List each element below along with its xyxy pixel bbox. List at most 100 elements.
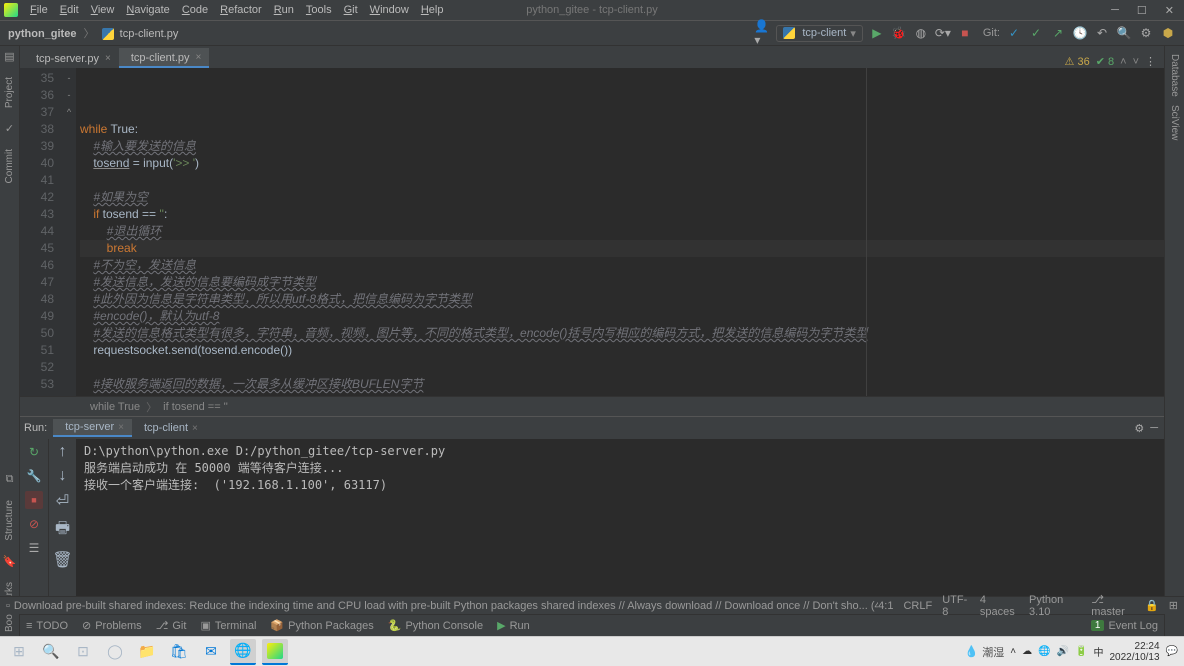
code-line[interactable]: #发送信息，发送的信息要编码成字节类型 — [80, 274, 1164, 291]
menu-window[interactable]: Window — [364, 4, 415, 16]
clock[interactable]: 22:24 2022/10/13 — [1109, 641, 1159, 663]
run-settings-icon[interactable]: ⚙ — [1134, 422, 1144, 435]
weather-widget[interactable]: 💧 潮湿 — [965, 644, 1005, 660]
run-tab[interactable]: tcp-client× — [132, 419, 206, 437]
todo-tool-button[interactable]: ≡ TODO — [26, 620, 68, 632]
database-tool-button[interactable]: Database — [1169, 50, 1180, 101]
search-button[interactable]: 🔍 — [38, 639, 64, 665]
project-tool-button[interactable]: Project — [4, 73, 15, 112]
code-line[interactable]: requestsocket.send(tosend.encode()) — [80, 342, 1164, 359]
ide-star-icon[interactable]: ⬢ — [1160, 25, 1176, 41]
git-branch[interactable]: ⎇ master — [1091, 593, 1135, 618]
project-tool-icon[interactable]: ▤ — [4, 50, 14, 63]
editor-breadcrumb[interactable]: while True 〉 if tosend == '' — [20, 396, 1164, 416]
python-interpreter[interactable]: Python 3.10 — [1029, 594, 1081, 618]
tray-chevron-icon[interactable]: ˄ — [1010, 646, 1016, 657]
line-separator[interactable]: CRLF — [903, 600, 932, 612]
run-up-button[interactable]: ↑ — [59, 443, 67, 461]
code-line[interactable]: #发送的信息格式类型有很多，字符串，音频，视频，图片等，不同的格式类型，enco… — [80, 325, 1164, 342]
code-line[interactable]: #如果为空 — [80, 189, 1164, 206]
indent-setting[interactable]: 4 spaces — [980, 594, 1019, 618]
code-editor[interactable]: 35363738394041424344454647484950515253 -… — [20, 68, 1164, 396]
menu-file[interactable]: File — [24, 4, 54, 16]
explorer-icon[interactable]: 📁 — [134, 639, 160, 665]
pycharm-taskbar-icon[interactable] — [262, 639, 288, 665]
commit-tool-icon[interactable]: ✓ — [5, 122, 14, 135]
run-stop-button[interactable]: ■ — [25, 491, 43, 509]
rerun-button[interactable]: ↻ — [25, 443, 43, 461]
run-clear-button[interactable]: 🗑 — [52, 550, 72, 570]
menu-view[interactable]: View — [85, 4, 121, 16]
git-commit-button[interactable]: ✓ — [1028, 25, 1044, 41]
mail-icon[interactable]: ✉ — [198, 639, 224, 665]
user-icon[interactable]: 👤▾ — [754, 25, 770, 41]
run-configuration-selector[interactable]: tcp-client ▾ — [776, 25, 863, 42]
maximize-button[interactable]: ☐ — [1137, 4, 1147, 17]
code-line[interactable] — [80, 359, 1164, 376]
status-message[interactable]: Download pre-built shared indexes: Reduc… — [14, 600, 878, 612]
run-close-tab-button[interactable]: ⊘ — [25, 515, 43, 533]
file-encoding[interactable]: UTF-8 — [942, 594, 970, 618]
breadcrumb-item[interactable]: if tosend == '' — [163, 401, 228, 413]
code-area[interactable]: while True: #输入要发送的信息 tosend = input('>>… — [76, 68, 1164, 396]
network-icon[interactable]: 🌐 — [1038, 646, 1050, 657]
git-history-button[interactable]: 🕓 — [1072, 25, 1088, 41]
structure-tool-icon[interactable]: ⧉ — [6, 473, 14, 486]
store-icon[interactable]: 🛍 — [166, 639, 192, 665]
caret-position[interactable]: 4:1 — [878, 600, 893, 612]
git-update-button[interactable]: ✓ — [1006, 25, 1022, 41]
cortana-icon[interactable]: ◯ — [102, 639, 128, 665]
menu-run[interactable]: Run — [268, 4, 300, 16]
menu-git[interactable]: Git — [338, 4, 364, 16]
terminal-tool-button[interactable]: ▣ Terminal — [200, 619, 256, 632]
ime-indicator[interactable]: 中 — [1093, 644, 1103, 659]
close-button[interactable]: ✕ — [1165, 4, 1174, 17]
code-line[interactable]: recved = requestsocket.recv(BUFLEN) — [80, 393, 1164, 396]
expand-up-icon[interactable]: ˄ — [1120, 56, 1126, 68]
sciview-tool-button[interactable]: SciView — [1169, 101, 1180, 144]
menu-edit[interactable]: Edit — [54, 4, 85, 16]
code-line[interactable]: if tosend == '': — [80, 206, 1164, 223]
volume-icon[interactable]: 🔊 — [1057, 646, 1069, 657]
breadcrumb[interactable]: python_gitee 〉 tcp-client.py — [8, 25, 178, 41]
debug-button[interactable]: 🐞 — [891, 25, 907, 41]
stop-button[interactable]: ■ — [957, 25, 973, 41]
close-tab-icon[interactable]: × — [192, 423, 198, 434]
expand-down-icon[interactable]: ˅ — [1133, 56, 1139, 68]
run-console[interactable]: D:\python\python.exe D:/python_gitee/tcp… — [76, 439, 1164, 614]
edge-icon[interactable]: 🌐 — [230, 639, 256, 665]
memory-indicator-icon[interactable]: ⊞ — [1169, 599, 1178, 612]
menu-code[interactable]: Code — [176, 4, 214, 16]
close-tab-icon[interactable]: × — [118, 422, 124, 433]
code-line[interactable]: #encode()，默认为utf-8 — [80, 308, 1164, 325]
run-print-button[interactable]: 🖶 — [55, 517, 70, 544]
start-button[interactable]: ⊞ — [6, 639, 32, 665]
run-tool-button[interactable]: ▶ Run — [497, 619, 530, 632]
python-console-tool-button[interactable]: 🐍 Python Console — [388, 619, 483, 632]
menu-help[interactable]: Help — [415, 4, 450, 16]
editor-options-icon[interactable]: ⋮ — [1145, 55, 1156, 68]
run-down-button[interactable]: ↓ — [59, 467, 67, 485]
problems-tool-button[interactable]: ⊘ Problems — [82, 619, 142, 632]
editor-tab[interactable]: tcp-server.py× — [24, 48, 119, 68]
minimize-button[interactable]: ─ — [1111, 4, 1119, 17]
coverage-button[interactable]: ◍ — [913, 25, 929, 41]
checks-indicator[interactable]: ✔ 8 — [1096, 55, 1114, 68]
task-view-button[interactable]: ⊡ — [70, 639, 96, 665]
structure-tool-button[interactable]: Structure — [4, 496, 15, 545]
code-line[interactable]: while True: — [80, 121, 1164, 138]
onedrive-icon[interactable]: ☁ — [1022, 646, 1032, 657]
breadcrumb-item[interactable]: while True — [90, 401, 140, 413]
fold-gutter[interactable]: --^ — [62, 68, 76, 396]
ide-settings-button[interactable]: ⚙ — [1138, 25, 1154, 41]
notifications-button[interactable]: 💬 — [1166, 646, 1178, 657]
code-line[interactable]: tosend = input('>> ') — [80, 155, 1164, 172]
code-line[interactable]: #不为空，发送信息 — [80, 257, 1164, 274]
code-line[interactable] — [80, 172, 1164, 189]
run-layout-button[interactable]: ☰ — [25, 539, 43, 557]
menu-tools[interactable]: Tools — [300, 4, 338, 16]
lock-icon[interactable]: 🔒 — [1145, 599, 1159, 612]
code-line[interactable]: break — [80, 240, 1164, 257]
run-wrench-button[interactable]: 🔧 — [25, 467, 43, 485]
search-everywhere-button[interactable]: 🔍 — [1116, 25, 1132, 41]
